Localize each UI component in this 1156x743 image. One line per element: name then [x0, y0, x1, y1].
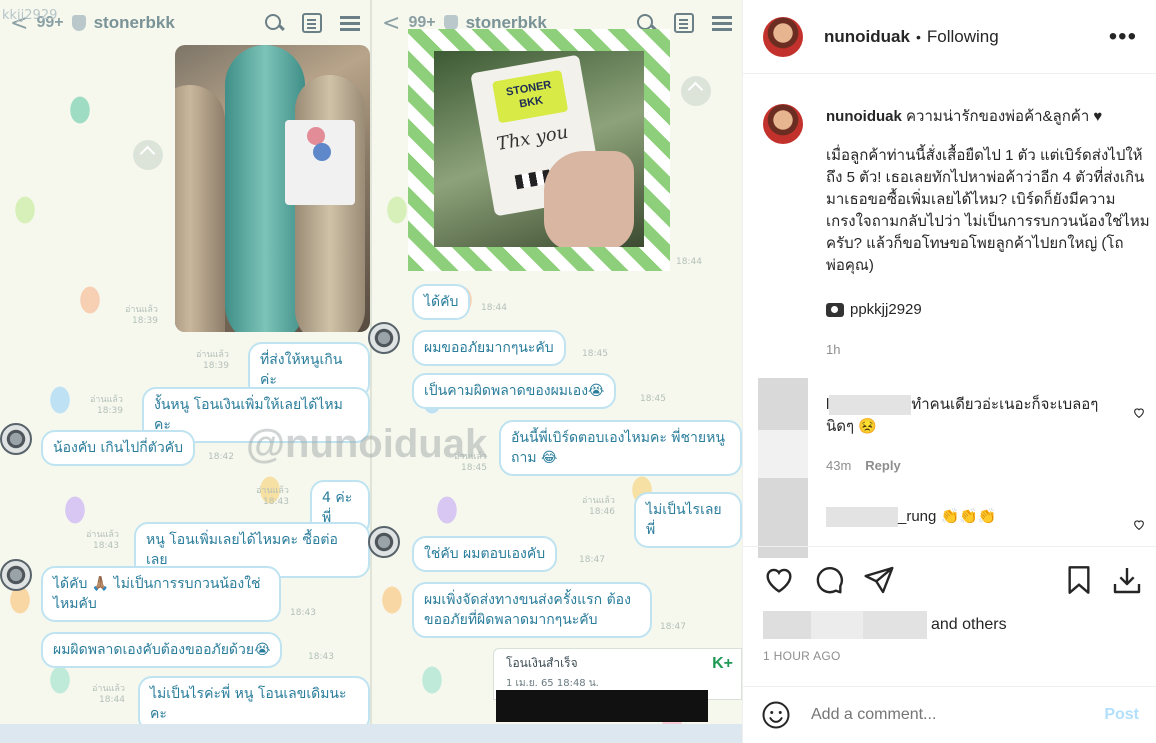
kplus-logo: K+ — [712, 655, 733, 672]
post-header: nunoiduak • Following ••• — [743, 0, 1156, 74]
chat-bubble: เป็นคามผิดพลาดของผมเอง😭 — [412, 373, 617, 409]
camera-icon — [826, 303, 844, 317]
shield-icon — [71, 15, 86, 31]
avatar — [0, 559, 32, 591]
caption-body: เมื่อลูกค้าท่านนี้สั่งเสื้อยืดไป 1 ตัว แ… — [826, 147, 1150, 274]
comment-username[interactable]: _rung — [898, 508, 936, 525]
message-meta: 18:43 — [308, 652, 334, 662]
message-meta: อ่านแล้ว 18:39 — [125, 305, 158, 326]
photo-credit[interactable]: ppkkjj2929 — [850, 299, 922, 321]
likes-text[interactable]: and others — [931, 616, 1007, 634]
liker-avatar — [763, 611, 811, 639]
message-meta: 18:47 — [579, 555, 605, 565]
message-meta: อ่านแล้ว 18:39 — [90, 395, 123, 416]
message-meta: อ่านแล้ว 18:46 — [582, 496, 615, 517]
liker-avatar — [811, 611, 863, 639]
chat-bubble: น้องคับ เกินไปกี่ตัวคับ — [41, 430, 195, 466]
reply-button[interactable]: Reply — [865, 458, 900, 473]
follow-button[interactable]: Following — [927, 27, 999, 47]
caption-time: 1h — [826, 342, 841, 357]
overlay-username: kkjj2929 — [2, 8, 58, 23]
note-icon — [302, 13, 322, 33]
separator-dot: • — [915, 28, 921, 45]
message-meta: 18:45 — [640, 394, 666, 404]
back-arrow-icon: < — [382, 10, 401, 36]
message-meta: 18:44 — [676, 257, 702, 267]
chat-bubble: ได้คับ 🙏🏽 ไม่เป็นการรบกวนน้องใช่ไหมคับ — [41, 566, 281, 622]
liker-avatar — [863, 611, 927, 639]
avatar — [0, 423, 32, 455]
chat-bubble: ผมเพิ่งจัดส่งทางขนส่งครั้งแรก ต้องขออภัย… — [412, 582, 652, 638]
emoji-icon[interactable] — [761, 700, 791, 730]
menu-icon — [340, 13, 360, 33]
share-icon — [133, 140, 163, 170]
post-panel: nunoiduak • Following ••• nunoiduak ความ… — [742, 0, 1156, 743]
search-icon — [264, 13, 284, 33]
avatar[interactable] — [763, 104, 803, 144]
chat-bubble: ใช่คับ ผมตอบเองคับ — [412, 536, 558, 572]
comment-input[interactable] — [811, 706, 1081, 724]
comment-text: 👏👏👏 — [940, 508, 997, 525]
transfer-title: โอนเงินสำเร็จ — [506, 656, 578, 670]
message-meta: อ่านแล้ว 18:39 — [196, 350, 229, 371]
chat-bubble: ไม่เป็นไรเลยพี่ — [634, 492, 742, 548]
message-meta: 18:42 — [208, 452, 234, 462]
transfer-date: 1 เม.ย. 65 18:48 น. — [506, 678, 599, 689]
comment-time: 43m — [826, 458, 852, 473]
handwritten-thanks: Thx you — [495, 121, 570, 155]
note-icon — [674, 13, 694, 33]
post-media[interactable]: < 99+ stonerbkk kkjj2929 อ่านแล้ว 18:39 … — [0, 0, 742, 743]
stoner-bkk-sticker: STONER BKK — [492, 69, 569, 124]
redaction-bar — [496, 690, 708, 722]
action-bar — [743, 546, 1156, 612]
chat-screenshot-left: < 99+ stonerbkk kkjj2929 อ่านแล้ว 18:39 … — [0, 0, 370, 743]
parcel-photo — [175, 45, 370, 332]
message-meta: 18:43 — [290, 608, 316, 618]
chat-header: < 99+ stonerbkk — [0, 0, 370, 46]
chat-input-bar — [0, 724, 742, 743]
message-meta: 18:47 — [660, 622, 686, 632]
redacted-username — [829, 395, 912, 416]
like-comment-icon[interactable] — [1132, 406, 1146, 419]
post-username[interactable]: nunoiduak — [824, 27, 910, 47]
message-meta: อ่านแล้ว 18:43 — [86, 530, 119, 551]
chat-bubble: อันนี้พี่เบิร์ดตอบเองไหมคะ พี่ชายหนูถาม … — [499, 420, 742, 476]
likes-line: and others — [763, 611, 1007, 639]
caption-username[interactable]: nunoiduak — [826, 108, 902, 125]
caption-title: ความน่ารักของพ่อค้า&ลูกค้า ♥ — [906, 108, 1103, 125]
redacted-username — [826, 507, 898, 528]
avatar[interactable] — [763, 16, 803, 57]
more-options-icon[interactable]: ••• — [1109, 23, 1137, 51]
share-icon[interactable] — [863, 564, 895, 596]
watermark: @nunoiduak — [246, 422, 488, 466]
chat-bubble: ผมผิดพลาดเองคับต้องขออภัยด้วย😭 — [41, 632, 283, 668]
message-meta: 18:44 — [481, 303, 507, 313]
message-meta: อ่านแล้ว 18:43 — [256, 486, 289, 507]
chat-name: stonerbkk — [93, 13, 175, 32]
like-comment-icon[interactable] — [1132, 518, 1146, 531]
avatar — [368, 526, 400, 558]
message-meta: 18:45 — [582, 349, 608, 359]
avatar[interactable] — [758, 378, 808, 430]
avatar — [368, 322, 400, 354]
download-icon[interactable] — [1111, 564, 1143, 596]
menu-icon — [712, 13, 732, 33]
chat-bubble: ผมขออภัยมากๆนะคับ — [412, 330, 566, 366]
post-time: 1 HOUR AGO — [763, 649, 841, 663]
message-meta: อ่านแล้ว 18:44 — [92, 684, 125, 705]
add-comment-bar: Post — [743, 686, 1156, 743]
bookmark-icon[interactable] — [1063, 564, 1095, 596]
post-button[interactable]: Post — [1104, 706, 1139, 724]
comment-icon[interactable] — [813, 564, 845, 596]
thank-you-card-photo: STONER BKK Thx you — [408, 29, 670, 271]
share-icon — [681, 76, 711, 106]
chat-bubble: ได้คับ — [412, 284, 471, 320]
like-icon[interactable] — [763, 564, 795, 596]
